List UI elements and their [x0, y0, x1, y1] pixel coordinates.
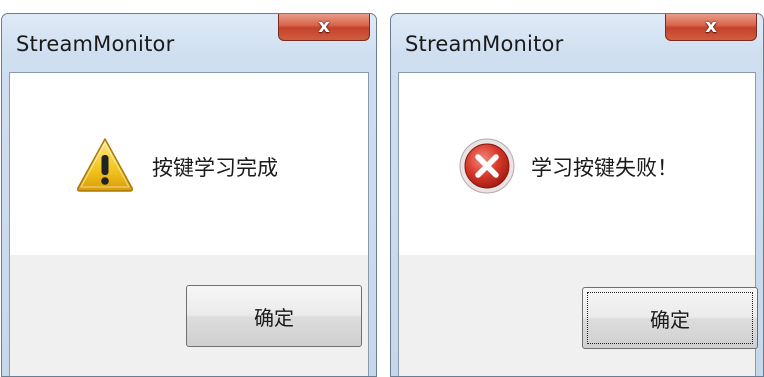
- dialog-learn-complete: StreamMonitor x 按键学习完成 确定: [1, 13, 377, 377]
- warning-icon: [75, 135, 135, 195]
- message-text: 按键学习完成: [152, 156, 278, 180]
- screenshot-canvas: StreamMonitor x 按键学习完成 确定 StreamMonitor …: [0, 0, 764, 377]
- close-icon: x: [318, 15, 330, 37]
- dialog-client-area: 按键学习完成 确定: [9, 72, 369, 376]
- title-bar[interactable]: StreamMonitor x: [2, 14, 376, 72]
- close-button[interactable]: x: [278, 14, 370, 41]
- title-bar[interactable]: StreamMonitor x: [391, 14, 763, 72]
- error-icon: [457, 135, 517, 195]
- close-button[interactable]: x: [665, 14, 757, 41]
- close-icon: x: [705, 15, 717, 37]
- message-area: 学习按键失败！: [399, 73, 755, 255]
- dialog-title: StreamMonitor: [405, 32, 564, 56]
- message-area: 按键学习完成: [10, 73, 368, 255]
- dialog-title: StreamMonitor: [16, 32, 175, 56]
- message-text: 学习按键失败！: [531, 156, 678, 180]
- ok-button[interactable]: 确定: [582, 287, 758, 349]
- dialog-learn-failed: StreamMonitor x 学习按键失败！ 确定: [390, 13, 764, 377]
- dialog-client-area: 学习按键失败！ 确定: [398, 72, 758, 376]
- ok-button[interactable]: 确定: [186, 285, 362, 347]
